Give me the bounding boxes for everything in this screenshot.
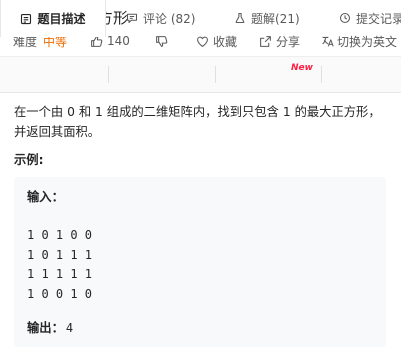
history-icon: [339, 12, 351, 24]
example-heading: 示例:: [14, 153, 44, 167]
problem-description: 在一个由 0 和 1 组成的二维矩阵内，找到只包含 1 的最大正方形，并返回其面…: [14, 105, 381, 139]
tab-divider: [215, 66, 216, 83]
example-output: 输出： 4: [27, 318, 73, 336]
like-count: 140: [107, 34, 130, 48]
dislike-button[interactable]: [155, 35, 168, 48]
new-badge: New: [291, 63, 313, 73]
flask-icon: [235, 12, 245, 24]
matrix-row: 1 0 1 0 0: [27, 228, 93, 242]
tab-submissions-label: 提交记录: [356, 11, 401, 26]
example-output-label: 输出：: [27, 321, 64, 335]
tab-submissions[interactable]: 提交记录: [339, 0, 401, 36]
tab-description-label: 题目描述: [37, 12, 86, 26]
matrix-row: 1 1 1 1 1: [27, 267, 93, 281]
tab-divider: [108, 66, 109, 83]
example-input-label: 输入：: [27, 190, 64, 204]
tab-comments-label: 评论 (82): [143, 11, 196, 26]
example-matrix: 1 0 1 0 0 1 0 1 1 1 1 1 1 1 1 1 0 0 1 0: [27, 226, 92, 304]
tab-divider: [321, 66, 322, 83]
matrix-row: 1 0 1 1 1: [27, 247, 93, 262]
problem-tabs: [0, 56, 401, 93]
tab-comments[interactable]: 评论 (82): [126, 0, 195, 36]
tab-solutions[interactable]: 题解(21): [234, 0, 300, 36]
example-output-value: 4: [65, 321, 74, 335]
document-icon: [21, 13, 32, 24]
matrix-row: 1 0 0 1 0: [27, 286, 93, 301]
thumbs-down-icon: [156, 35, 168, 47]
translate-icon: [322, 36, 334, 47]
share-icon: [260, 35, 271, 47]
heart-icon: [197, 36, 208, 47]
tab-description[interactable]: 题目描述: [0, 0, 106, 37]
favorite-button[interactable]: 收藏: [196, 33, 237, 50]
comment-icon: [126, 13, 138, 24]
tab-solutions-label: 题解(21): [251, 11, 300, 26]
